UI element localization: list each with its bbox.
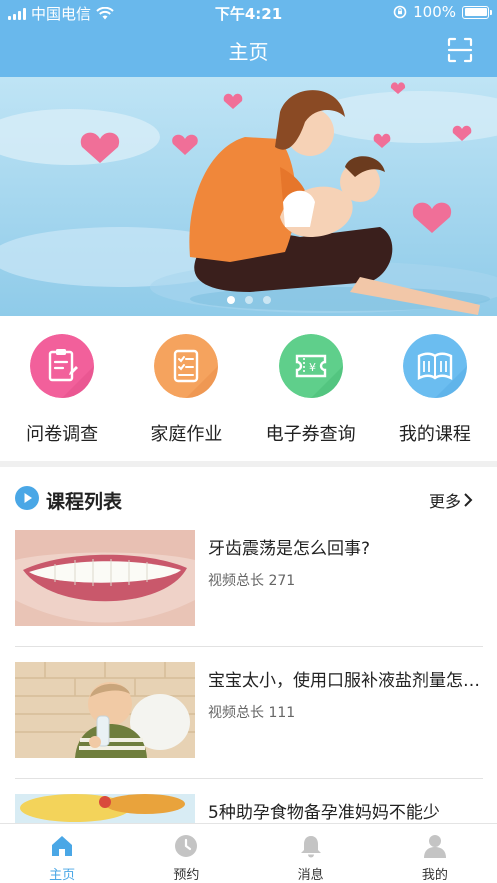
clock-icon	[175, 835, 198, 857]
tab-home[interactable]: 主页	[0, 824, 124, 883]
baby-photo	[15, 662, 195, 758]
tab-bar: 主页 预约 消息 我的	[0, 823, 497, 883]
more-label: 更多	[428, 492, 461, 511]
course-title: 5种助孕食物备孕准妈妈不能少	[208, 803, 440, 823]
section-divider	[0, 461, 497, 467]
tab-appointment[interactable]: 预约	[124, 824, 248, 883]
course-list-header: 课程列表 更多	[0, 476, 497, 520]
person-icon	[423, 835, 446, 858]
home-icon	[52, 836, 73, 856]
chevron-right-icon	[464, 493, 473, 507]
course-title: 宝宝太小，使用口服补液盐剂量怎么算	[208, 671, 483, 691]
more-link[interactable]: 更多	[429, 488, 473, 512]
svg-text:¥: ¥	[309, 361, 316, 374]
quick-action-label: 电子券查询	[265, 424, 356, 445]
battery-icon	[462, 5, 492, 19]
book-icon	[402, 334, 467, 398]
course-item[interactable]: 牙齿震荡是怎么回事? 视频总长 271	[0, 530, 497, 662]
bell-icon	[300, 836, 321, 858]
list-divider	[15, 778, 483, 779]
rotation-lock-icon	[393, 5, 407, 19]
teeth-photo	[15, 530, 195, 626]
tab-profile[interactable]: 我的	[373, 824, 497, 883]
quick-actions: 问卷调查 家庭作业 ¥ 电子券查询 我的课程	[0, 316, 497, 461]
quick-action-courses[interactable]: 我的课程	[373, 316, 497, 461]
course-list-title: 课程列表	[46, 491, 123, 513]
course-item[interactable]: 宝宝太小，使用口服补液盐剂量怎么算 视频总长 111	[0, 662, 497, 794]
banner-illustration	[0, 77, 497, 316]
carousel-dots	[0, 296, 497, 304]
carousel-dot[interactable]	[262, 296, 271, 304]
clipboard-icon	[30, 334, 95, 398]
carousel-dot[interactable]	[226, 296, 235, 304]
tab-label: 预约	[173, 868, 200, 883]
tab-label: 主页	[49, 868, 76, 883]
quick-action-label: 我的课程	[398, 424, 471, 445]
quick-action-coupon[interactable]: ¥ 电子券查询	[249, 316, 373, 461]
banner-carousel[interactable]	[0, 77, 497, 316]
scan-icon[interactable]	[447, 37, 473, 63]
tab-label: 我的	[421, 868, 448, 883]
play-icon	[15, 486, 39, 510]
quick-action-survey[interactable]: 问卷调查	[0, 316, 124, 461]
course-title: 牙齿震荡是怎么回事?	[208, 539, 371, 559]
battery-percent: 100%	[413, 3, 456, 21]
list-divider	[15, 646, 483, 647]
tab-messages[interactable]: 消息	[249, 824, 373, 883]
checklist-icon	[154, 334, 219, 398]
status-bar: 中国电信 下午4:21 100%	[0, 0, 497, 26]
tab-label: 消息	[297, 868, 324, 883]
quick-action-label: 家庭作业	[150, 424, 223, 445]
page-title: 主页	[228, 40, 269, 64]
quick-action-label: 问卷调查	[26, 424, 99, 445]
carousel-dot[interactable]	[244, 296, 253, 304]
quick-action-homework[interactable]: 家庭作业	[124, 316, 248, 461]
ticket-icon: ¥	[278, 334, 343, 398]
course-duration: 视频总长 271	[208, 573, 296, 589]
top-bar: 中国电信 下午4:21 100% 主页	[0, 0, 497, 77]
course-duration: 视频总长 111	[208, 705, 296, 721]
